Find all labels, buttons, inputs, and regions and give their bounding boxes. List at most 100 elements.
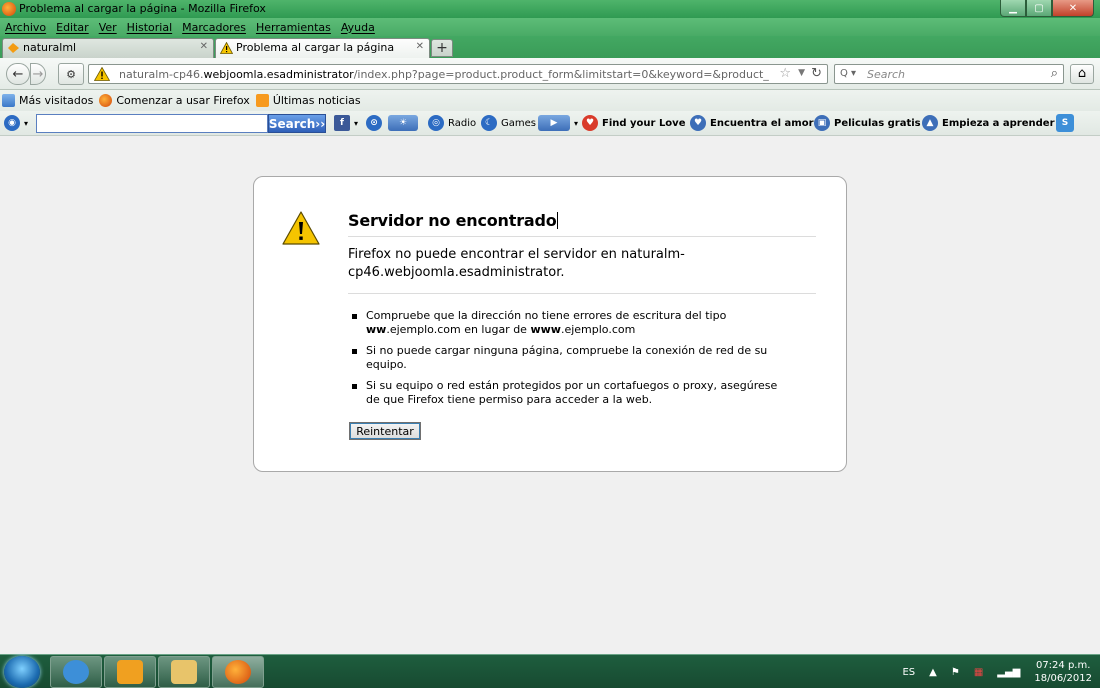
menu-editar[interactable]: Editar — [56, 21, 89, 34]
lock-button[interactable]: ⊙ — [366, 115, 382, 131]
menu-ver[interactable]: Ver — [99, 21, 117, 34]
reload-icon[interactable]: ↻ — [811, 66, 822, 81]
games-icon: ☾ — [481, 115, 497, 131]
signal-icon[interactable]: ▂▄▆ — [997, 667, 1020, 678]
encuentra-amor-button[interactable]: ♥ Encuentra el amor — [690, 115, 814, 131]
search-icon[interactable]: ⌕ — [1051, 66, 1058, 81]
menu-ayuda[interactable]: Ayuda — [341, 21, 375, 34]
tab-label: Problema al cargar la página — [236, 41, 395, 54]
taskbar-skype[interactable] — [50, 656, 102, 688]
navigation-bar: ← → ⚙ naturalm-cp46.webjoomla.esadminist… — [0, 58, 1100, 90]
bookmark-label: Más visitados — [19, 94, 94, 107]
show-hidden-icons[interactable]: ▲ — [929, 667, 937, 678]
forward-button[interactable]: → — [30, 63, 46, 85]
home-icon: ⌂ — [1077, 66, 1087, 81]
url-bar[interactable]: naturalm-cp46.webjoomla.esadministrator/… — [88, 64, 828, 84]
flag-icon[interactable]: ⚑ — [951, 667, 960, 678]
menu-marcadores[interactable]: Marcadores — [182, 21, 246, 34]
radio-label: Radio — [448, 117, 477, 129]
weather-button[interactable]: ☀ — [388, 115, 418, 131]
search-placeholder: Search — [867, 68, 906, 81]
warning-icon — [94, 67, 110, 81]
joomla-icon — [8, 43, 19, 53]
page-content: Servidor no encontrado Firefox no puede … — [0, 137, 1100, 654]
site-identity-button[interactable]: ⚙ — [58, 63, 84, 85]
radio-icon: ◎ — [428, 115, 444, 131]
find-your-love-button[interactable]: ♥ Find your Love — [582, 115, 685, 131]
clock[interactable]: 07:24 p.m. 18/06/2012 — [1034, 659, 1092, 685]
taskbar-outlook[interactable] — [104, 656, 156, 688]
close-tab-icon[interactable]: ✕ — [200, 41, 208, 52]
minimize-button[interactable]: ▁ — [1000, 0, 1026, 17]
youtube-button[interactable]: ▶ ▾ — [538, 115, 578, 131]
home-button[interactable]: ⌂ — [1070, 64, 1094, 84]
peliculas-label: Peliculas gratis — [834, 117, 921, 129]
radio-button[interactable]: ◎ Radio — [428, 115, 476, 131]
bookmark-star-icon[interactable]: ☆ — [779, 66, 791, 81]
peliculas-gratis-button[interactable]: ▣ Peliculas gratis — [814, 115, 921, 131]
tab-naturalml[interactable]: naturalml ✕ — [2, 38, 214, 58]
skype-icon: S — [1056, 114, 1074, 132]
clock-time: 07:24 p.m. — [1035, 660, 1091, 671]
menu-bar: Archivo Editar Ver Historial Marcadores … — [0, 18, 1100, 36]
skype-icon — [63, 660, 89, 684]
folder-icon — [171, 660, 197, 684]
lock-icon: ⊙ — [366, 115, 382, 131]
title-bar: Problema al cargar la página - Mozilla F… — [0, 0, 1100, 18]
bookmark-ultimas-noticias[interactable]: Últimas noticias — [255, 94, 361, 107]
window-controls: ▁ ▢ ✕ — [1000, 0, 1094, 17]
menu-archivo[interactable]: Archivo — [5, 21, 46, 34]
connection-icon: ⚙ — [66, 67, 76, 81]
menu-herramientas[interactable]: Herramientas — [256, 21, 331, 34]
facebook-button[interactable]: f ▾ — [334, 115, 358, 131]
heart-icon: ♥ — [690, 115, 706, 131]
arrow-right-icon: → — [32, 66, 44, 82]
empieza-aprender-button[interactable]: ▲ Empieza a aprender ! — [922, 115, 1063, 131]
tab-label: naturalml — [23, 41, 77, 54]
bookmark-label: Últimas noticias — [272, 94, 361, 107]
weather-icon: ☀ — [388, 115, 418, 131]
outlook-icon — [117, 660, 143, 684]
search-bar[interactable]: Q ▾ Search ⌕ — [834, 64, 1064, 84]
retry-button[interactable]: Reintentar — [349, 422, 421, 440]
clock-date: 18/06/2012 — [1034, 673, 1092, 684]
language-indicator[interactable]: ES — [902, 667, 915, 678]
graduation-cap-icon: ▲ — [922, 115, 938, 131]
search-engine-selector[interactable]: Q ▾ — [840, 68, 856, 79]
bookmark-comenzar-firefox[interactable]: Comenzar a usar Firefox — [99, 94, 250, 107]
toolbar-search-input[interactable] — [36, 114, 268, 133]
start-button[interactable] — [4, 656, 40, 688]
taskbar-explorer[interactable] — [158, 656, 210, 688]
system-tray: ES ▲ ⚑ ▦ ▂▄▆ 07:24 p.m. 18/06/2012 — [902, 655, 1092, 688]
error-title: Servidor no encontrado — [348, 211, 816, 237]
taskbar-firefox[interactable] — [212, 656, 264, 688]
bookmark-mas-visitados[interactable]: Más visitados — [2, 94, 93, 107]
games-label: Games — [501, 117, 536, 129]
new-tab-button[interactable]: + — [431, 39, 453, 57]
empieza-label: Empieza a aprender ! — [942, 117, 1063, 129]
toolbar-search-button[interactable]: Search›› — [268, 114, 326, 133]
close-window-button[interactable]: ✕ — [1052, 0, 1094, 17]
close-tab-icon[interactable]: ✕ — [416, 41, 424, 52]
maximize-button[interactable]: ▢ — [1026, 0, 1052, 17]
error-description: Firefox no puede encontrar el servidor e… — [348, 247, 685, 280]
url-text: naturalm-cp46.webjoomla.esadministrator/… — [119, 68, 769, 81]
back-button[interactable]: ← — [6, 63, 30, 85]
toolbar-logo-button[interactable]: ◉ ▾ — [4, 115, 28, 131]
network-icon[interactable]: ▦ — [974, 667, 983, 678]
bookmark-label: Comenzar a usar Firefox — [116, 94, 250, 107]
custom-toolbar: ◉ ▾ Search›› f ▾ ⊙ ☀ ◎ Radio ☾ Games ▶ ▾ ♥ … — [0, 111, 1100, 136]
chevron-down-icon[interactable]: ▼ — [798, 68, 805, 78]
list-item: Compruebe que la dirección no tiene erro… — [348, 309, 788, 337]
taskbar: ES ▲ ⚑ ▦ ▂▄▆ 07:24 p.m. 18/06/2012 — [0, 654, 1100, 688]
firefox-icon — [99, 94, 113, 107]
menu-historial[interactable]: Historial — [127, 21, 172, 34]
tab-bar: naturalml ✕ Problema al cargar la página… — [0, 36, 1100, 58]
list-item: Si su equipo o red están protegidos por … — [348, 379, 788, 407]
tab-problema[interactable]: Problema al cargar la página ✕ — [215, 38, 430, 58]
games-button[interactable]: ☾ Games — [481, 115, 536, 131]
rss-icon — [255, 94, 269, 107]
find-love-label: Find your Love — [602, 117, 686, 129]
error-box: Servidor no encontrado Firefox no puede … — [253, 176, 847, 472]
skype-toolbar-button[interactable]: S — [1056, 114, 1074, 132]
